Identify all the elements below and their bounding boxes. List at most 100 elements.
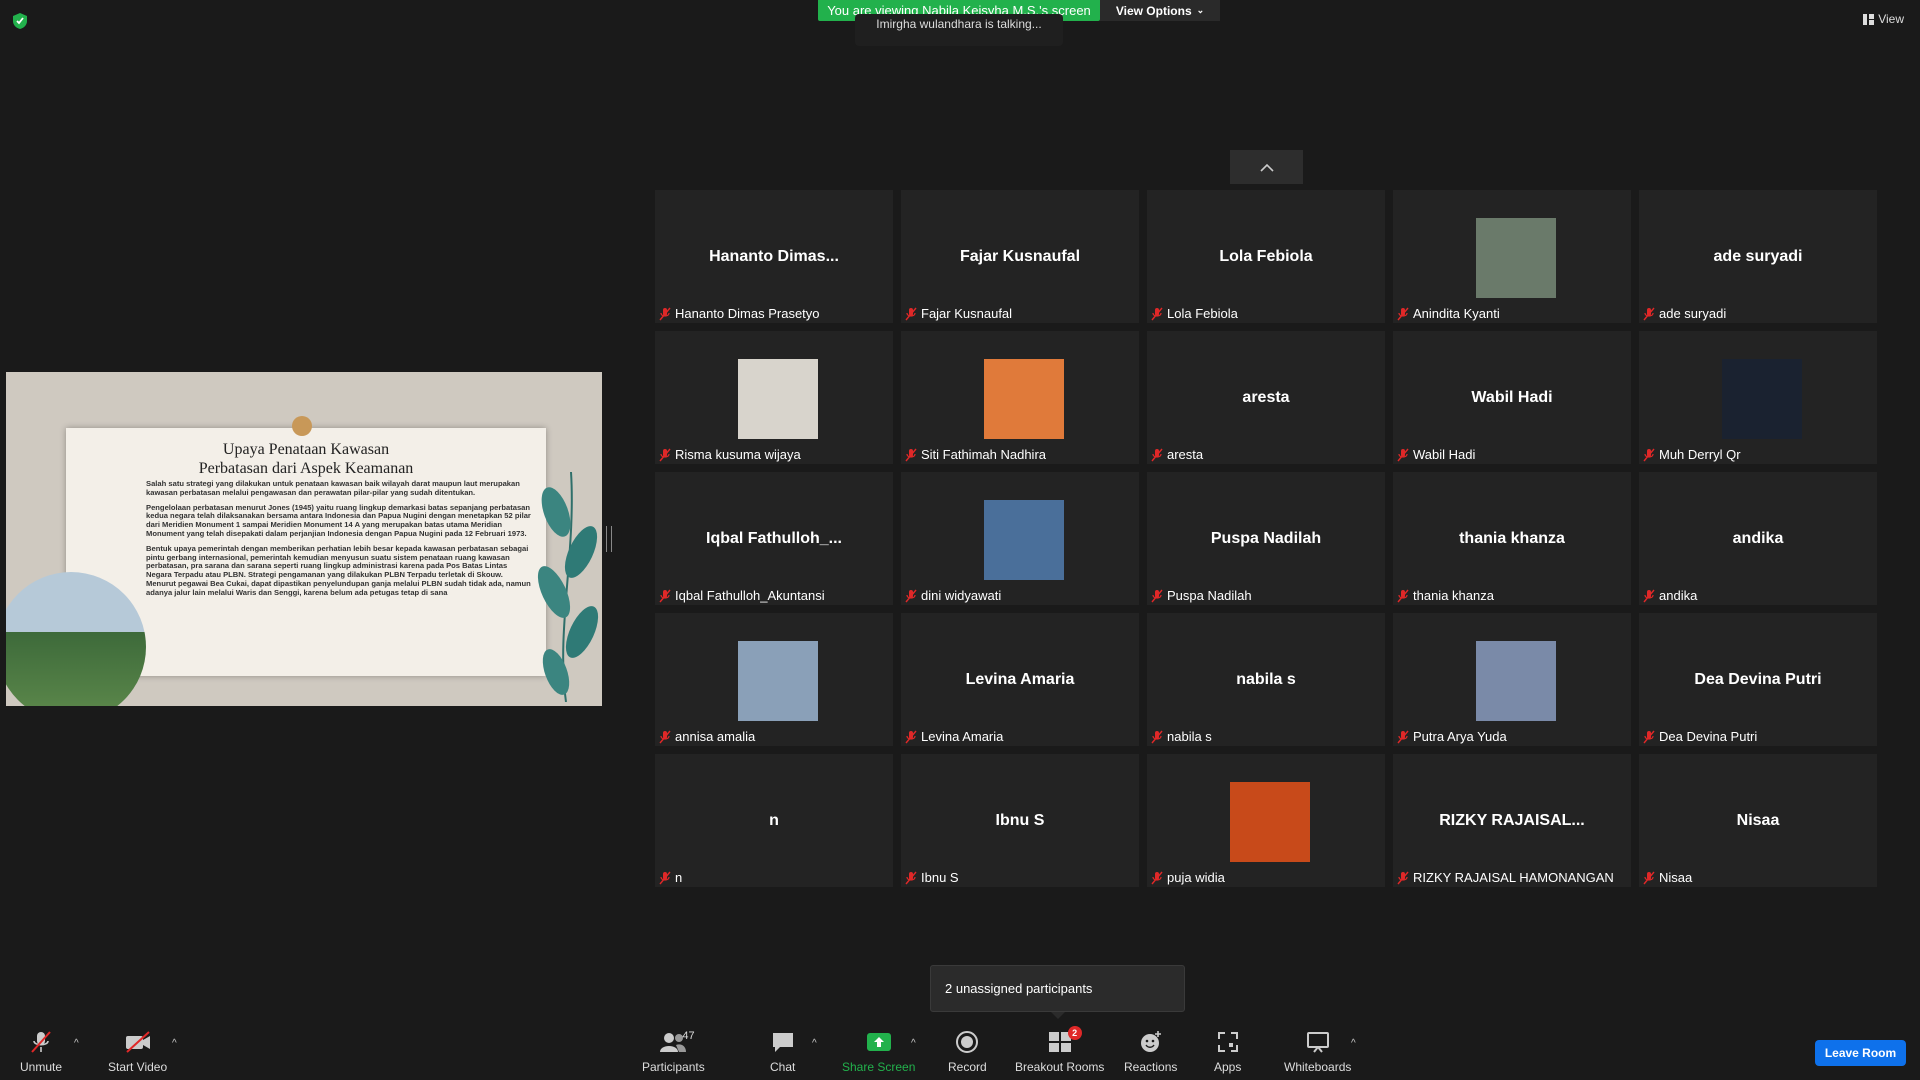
participant-tile[interactable]: andika andika <box>1639 472 1877 605</box>
participant-name-bar: thania khanza <box>1397 588 1494 603</box>
participant-name-bar: Putra Arya Yuda <box>1397 729 1507 744</box>
participant-tile[interactable]: Siti Fathimah Nadhira <box>901 331 1139 464</box>
share-options-caret[interactable]: ^ <box>911 1038 916 1049</box>
participant-tile[interactable]: Anindita Kyanti <box>1393 190 1631 323</box>
microphone-muted-icon <box>905 730 917 743</box>
participant-display-name: thania khanza <box>1459 530 1565 547</box>
participant-tile[interactable]: aresta aresta <box>1147 331 1385 464</box>
participant-name-label: Lola Febiola <box>1167 306 1238 321</box>
view-button-label: View <box>1878 12 1904 26</box>
record-button[interactable]: Record <box>948 1030 987 1074</box>
view-button[interactable]: View <box>1863 12 1904 26</box>
participant-name-label: Ibnu S <box>921 870 959 885</box>
participant-tile[interactable]: Hananto Dimas... Hananto Dimas Prasetyo <box>655 190 893 323</box>
chat-button[interactable]: Chat <box>770 1030 795 1074</box>
participant-name-bar: aresta <box>1151 447 1203 462</box>
participant-tile[interactable]: Fajar Kusnaufal Fajar Kusnaufal <box>901 190 1139 323</box>
video-options-caret[interactable]: ^ <box>172 1038 177 1049</box>
share-screen-icon <box>866 1033 891 1051</box>
participant-name-bar: Fajar Kusnaufal <box>905 306 1012 321</box>
unmute-button[interactable]: Unmute <box>20 1030 62 1074</box>
participant-name-label: Puspa Nadilah <box>1167 588 1252 603</box>
apps-label: Apps <box>1214 1060 1242 1074</box>
participant-tile[interactable]: thania khanza thania khanza <box>1393 472 1631 605</box>
participant-display-name: Dea Devina Putri <box>1694 671 1822 688</box>
apps-icon <box>1217 1032 1238 1052</box>
microphone-muted-icon <box>1397 730 1409 743</box>
participant-display-name: Ibnu S <box>995 812 1045 829</box>
whiteboards-button[interactable]: Whiteboards <box>1284 1030 1351 1074</box>
slide-body: Salah satu strategi yang dilakukan untuk… <box>146 479 532 604</box>
participant-tile[interactable]: Risma kusuma wijaya <box>655 331 893 464</box>
participant-name-label: n <box>675 870 683 885</box>
unassigned-participants-popup[interactable]: 2 unassigned participants <box>930 965 1185 1012</box>
participant-name-bar: dini widyawati <box>905 588 1001 603</box>
slide-title-line2: Perbatasan dari Aspek Keamanan <box>198 460 414 477</box>
participant-name-bar: Anindita Kyanti <box>1397 306 1500 321</box>
participant-display-name: andika <box>1732 530 1784 547</box>
participant-tile[interactable]: ade suryadi ade suryadi <box>1639 190 1877 323</box>
breakout-rooms-button[interactable]: 2 Breakout Rooms <box>1015 1026 1104 1074</box>
microphone-muted-icon <box>1151 730 1163 743</box>
participant-name-label: Levina Amaria <box>921 729 1004 744</box>
shared-screen[interactable]: Upaya Penataan Kawasan Perbatasan dari A… <box>6 372 602 706</box>
participant-tile[interactable]: Wabil Hadi Wabil Hadi <box>1393 331 1631 464</box>
slide-title-line1: Upaya Penataan Kawasan <box>222 441 390 458</box>
participant-tile[interactable]: nn <box>655 754 893 887</box>
participant-tile[interactable]: Puspa Nadilah Puspa Nadilah <box>1147 472 1385 605</box>
apps-button[interactable]: Apps <box>1214 1030 1241 1074</box>
participant-tile[interactable]: Putra Arya Yuda <box>1393 613 1631 746</box>
participant-tile[interactable]: Ibnu S Ibnu S <box>901 754 1139 887</box>
participants-button[interactable]: 47 Participants <box>642 1030 705 1074</box>
microphone-muted-icon <box>1643 448 1655 461</box>
participant-name-bar: Risma kusuma wijaya <box>659 447 801 462</box>
chat-label: Chat <box>770 1060 796 1074</box>
participant-name-bar: ade suryadi <box>1643 306 1726 321</box>
start-video-button[interactable]: Start Video <box>108 1030 167 1074</box>
microphone-muted-icon <box>659 589 671 602</box>
participant-name-bar: RIZKY RAJAISAL HAMONANGAN <box>1397 870 1614 885</box>
collapse-gallery-button[interactable] <box>1230 150 1303 184</box>
participant-name-bar: puja widia <box>1151 870 1225 885</box>
participant-name-bar: Dea Devina Putri <box>1643 729 1757 744</box>
participant-display-name: nabila s <box>1236 671 1296 688</box>
participant-name-label: Hananto Dimas Prasetyo <box>675 306 820 321</box>
participant-tile[interactable]: Iqbal Fathulloh_... Iqbal Fathulloh_Akunt… <box>655 472 893 605</box>
chat-options-caret[interactable]: ^ <box>812 1038 817 1049</box>
participant-tile[interactable]: puja widia <box>1147 754 1385 887</box>
view-options-button[interactable]: View Options ⌄ <box>1100 0 1220 21</box>
participant-tile[interactable]: Lola Febiola Lola Febiola <box>1147 190 1385 323</box>
slide-paragraph: Bentuk upaya pemerintah dengan memberika… <box>146 543 531 597</box>
microphone-muted-icon <box>1151 589 1163 602</box>
microphone-muted-icon <box>1397 307 1409 320</box>
participant-name-bar: Puspa Nadilah <box>1151 588 1252 603</box>
participant-tile[interactable]: annisa amalia <box>655 613 893 746</box>
microphone-muted-icon <box>905 589 917 602</box>
microphone-muted-icon <box>1397 871 1409 884</box>
microphone-muted-icon <box>1151 448 1163 461</box>
participant-tile[interactable]: Nisaa Nisaa <box>1639 754 1877 887</box>
participant-name-label: Putra Arya Yuda <box>1413 729 1507 744</box>
audio-options-caret[interactable]: ^ <box>74 1038 79 1049</box>
participant-tile[interactable]: RIZKY RAJAISAL... RIZKY RAJAISAL HAMONANG… <box>1393 754 1631 887</box>
whiteboard-options-caret[interactable]: ^ <box>1351 1038 1356 1049</box>
splitter-handle[interactable] <box>606 526 612 552</box>
security-shield-icon[interactable] <box>12 12 28 30</box>
participant-photo <box>1722 359 1802 439</box>
participant-name-bar: Ibnu S <box>905 870 959 885</box>
participant-tile[interactable]: dini widyawati <box>901 472 1139 605</box>
leave-room-button[interactable]: Leave Room <box>1815 1040 1906 1066</box>
participant-name-label: Siti Fathimah Nadhira <box>921 447 1046 462</box>
talking-indicator: Imirgha wulandhara is talking... <box>855 14 1063 46</box>
participant-photo <box>984 359 1064 439</box>
view-options-label: View Options <box>1115 3 1192 18</box>
participant-tile[interactable]: nabila s nabila s <box>1147 613 1385 746</box>
share-screen-button[interactable]: Share Screen <box>842 1030 915 1074</box>
participant-tile[interactable]: Levina Amaria Levina Amaria <box>901 613 1139 746</box>
participant-name-label: nabila s <box>1167 729 1212 744</box>
microphone-muted-icon <box>659 730 671 743</box>
reactions-button[interactable]: Reactions <box>1124 1030 1177 1074</box>
participant-tile[interactable]: Muh Derryl Qr <box>1639 331 1877 464</box>
participant-photo <box>1230 782 1310 862</box>
participant-tile[interactable]: Dea Devina Putri Dea Devina Putri <box>1639 613 1877 746</box>
